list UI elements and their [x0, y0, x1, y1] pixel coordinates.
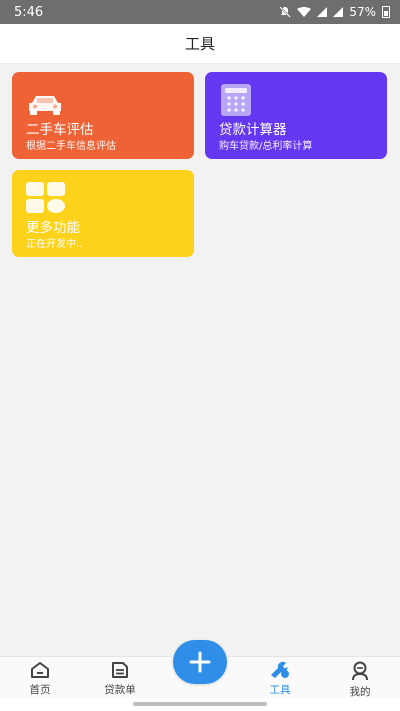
tab-label: 贷款单 — [104, 684, 136, 696]
calculator-icon — [221, 84, 251, 116]
wifi-icon — [297, 7, 312, 17]
tool-subtitle: 正在开发中.. — [26, 239, 83, 250]
status-time: 5:46 — [14, 4, 44, 20]
page-title-bar: 工具 — [0, 24, 400, 64]
battery-icon — [382, 6, 390, 18]
home-icon — [31, 662, 49, 678]
user-icon — [352, 661, 368, 681]
tab-label: 首页 — [29, 684, 51, 696]
tool-title: 二手车评估 — [26, 122, 94, 138]
mute-icon — [279, 6, 292, 18]
tool-card-loan-calculator[interactable]: 贷款计算器 购车贷款/总利率计算 — [205, 72, 387, 159]
status-bar: 5:46 57% — [0, 0, 400, 24]
home-indicator[interactable] — [133, 702, 267, 706]
document-icon — [112, 662, 128, 678]
tab-label: 工具 — [269, 684, 291, 696]
tool-subtitle: 根据二手车信息评估 — [26, 141, 116, 152]
tool-card-more[interactable]: 更多功能 正在开发中.. — [12, 170, 194, 257]
tab-home[interactable]: 首页 — [10, 661, 70, 697]
battery-percent: 57% — [349, 5, 376, 19]
system-nav-bar — [0, 698, 400, 711]
car-icon — [29, 96, 61, 115]
tool-title: 更多功能 — [26, 220, 80, 236]
apps-grid-icon — [26, 182, 65, 213]
tool-subtitle: 购车贷款/总利率计算 — [219, 141, 313, 152]
signal-icon-2 — [333, 7, 344, 17]
status-icons: 57% — [279, 5, 390, 19]
tool-title: 贷款计算器 — [219, 122, 287, 138]
plus-icon — [189, 651, 211, 673]
tool-card-used-car[interactable]: 二手车评估 根据二手车信息评估 — [12, 72, 194, 159]
signal-icon — [317, 7, 328, 17]
page-title: 工具 — [184, 35, 215, 53]
tab-label: 我的 — [349, 686, 371, 698]
add-button[interactable] — [173, 640, 227, 684]
tab-tools[interactable]: 工具 — [250, 661, 310, 697]
tab-loan-list[interactable]: 贷款单 — [90, 661, 150, 697]
tab-profile[interactable]: 我的 — [330, 661, 390, 699]
tool-grid: 二手车评估 根据二手车信息评估 贷款计算器 购车贷款/总利率计算 更多功能 正在… — [12, 72, 388, 257]
wrench-icon — [271, 661, 289, 678]
